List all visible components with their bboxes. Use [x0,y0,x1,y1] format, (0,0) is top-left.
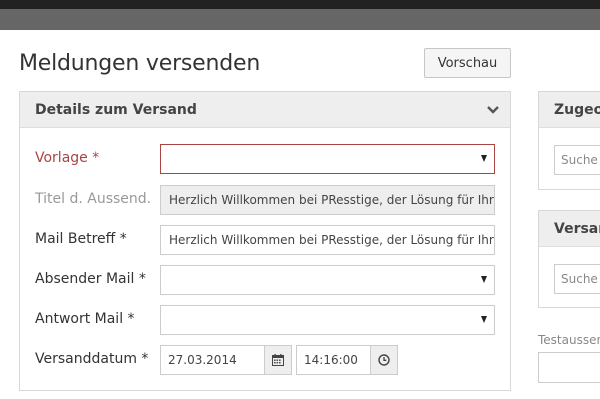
dropdown-caret-icon [481,276,487,283]
dropdown-caret-icon [481,155,487,162]
vorlage-select[interactable] [160,144,495,174]
versand-search-input[interactable]: Suche n [554,264,600,294]
antwort-label: Antwort Mail * [35,311,135,327]
top-bar-dark-strip [0,0,600,9]
titel-field: Herzlich Willkommen bei PResstige, der L… [160,185,495,215]
zugeordnet-panel: Zugeor Suche n [538,91,600,190]
details-panel-title: Details zum Versand [35,102,197,118]
top-bar [0,0,600,30]
absender-select[interactable] [160,265,495,295]
testaussendung-label: Testaussen [538,333,600,347]
calendar-button[interactable] [264,345,292,375]
versanddatum-label: Versanddatum * [35,351,149,367]
details-panel-header[interactable]: Details zum Versand [20,92,510,128]
clock-button[interactable] [370,345,398,375]
zugeordnet-search-input[interactable]: Suche n [554,145,600,175]
details-panel: Details zum Versand Vorlage * Titel d. A… [19,91,511,391]
betreff-label: Mail Betreff * [35,231,127,247]
preview-button[interactable]: Vorschau [424,48,511,78]
versand-panel-title: Versan [554,221,600,237]
testaussendung-input[interactable] [538,352,600,383]
clock-icon [378,354,390,366]
betreff-input[interactable]: Herzlich Willkommen bei PResstige, der L… [160,225,495,255]
zugeordnet-panel-header[interactable]: Zugeor [539,92,600,128]
antwort-select[interactable] [160,305,495,335]
betreff-value: Herzlich Willkommen bei PResstige, der L… [169,233,495,247]
versand-panel: Versan Suche n [538,210,600,308]
vorlage-label: Vorlage * [35,150,100,166]
date-input[interactable]: 27.03.2014 [160,345,264,375]
page-title: Meldungen versenden [19,51,261,76]
chevron-down-icon[interactable] [486,103,500,117]
versand-panel-header[interactable]: Versan [539,211,600,247]
titel-label: Titel d. Aussend. [35,191,152,207]
titel-value: Herzlich Willkommen bei PResstige, der L… [169,193,495,207]
zugeordnet-panel-title: Zugeor [554,102,600,118]
calendar-icon [272,354,284,366]
time-input[interactable]: 14:16:00 [296,345,370,375]
dropdown-caret-icon [481,316,487,323]
absender-label: Absender Mail * [35,271,146,287]
